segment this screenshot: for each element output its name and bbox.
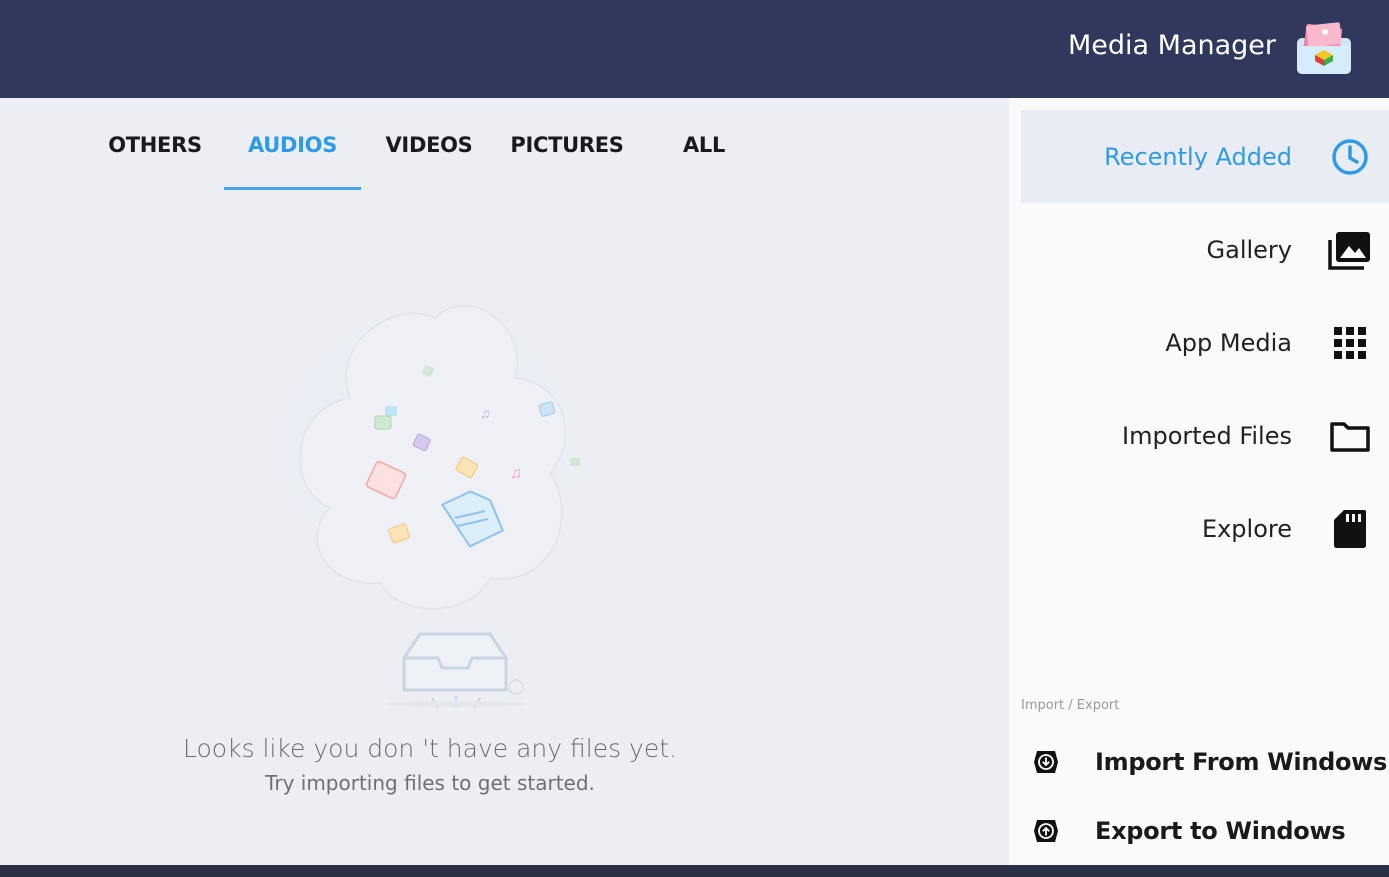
export-to-windows-button[interactable]: Export to Windows	[1021, 805, 1346, 857]
sidebar-item-label: Gallery	[1206, 235, 1292, 264]
svg-text:♫: ♫	[480, 405, 491, 421]
sd-card-icon	[1328, 507, 1372, 551]
sidebar-item-recently-added[interactable]: Recently Added	[1021, 110, 1389, 203]
active-tab-indicator	[224, 187, 361, 190]
category-tabs: OTHERS AUDIOS VIDEOS PICTURES ALL	[0, 98, 1009, 193]
export-icon	[1034, 820, 1058, 842]
app-title: Media Manager	[1067, 30, 1276, 61]
sidebar-item-label: Imported Files	[1122, 421, 1292, 450]
tab-others[interactable]: OTHERS	[90, 98, 220, 191]
sidebar-item-app-media[interactable]: App Media	[1021, 296, 1389, 389]
import-from-windows-button[interactable]: Import From Windows	[1021, 736, 1387, 788]
export-label: Export to Windows	[1095, 817, 1346, 845]
tab-all[interactable]: ALL	[650, 98, 758, 191]
media-manager-logo-icon	[1297, 22, 1351, 74]
sidebar: Recently Added Gallery App Media Importe…	[1009, 98, 1389, 865]
bottom-bar	[0, 865, 1389, 877]
clock-icon	[1328, 135, 1372, 179]
empty-inbox-icon	[385, 632, 525, 707]
tab-pictures[interactable]: PICTURES	[498, 98, 636, 191]
app-header: Media Manager	[0, 0, 1389, 98]
import-label: Import From Windows	[1095, 748, 1388, 776]
sidebar-item-label: Explore	[1201, 514, 1292, 543]
import-export-section-label: Import / Export	[1021, 698, 1120, 713]
grid-icon	[1328, 321, 1372, 365]
tab-videos[interactable]: VIDEOS	[370, 98, 488, 191]
sidebar-item-gallery[interactable]: Gallery	[1021, 203, 1389, 296]
svg-text:♫: ♫	[510, 465, 522, 482]
tab-audios[interactable]: AUDIOS	[224, 98, 361, 191]
sidebar-item-explore[interactable]: Explore	[1021, 482, 1389, 575]
empty-state-title: Looks like you don 't have any files yet…	[183, 734, 677, 763]
empty-state-subtitle: Try importing files to get started.	[265, 771, 595, 795]
sidebar-item-label: App Media	[1165, 328, 1292, 357]
import-icon	[1034, 751, 1058, 773]
sidebar-item-imported-files[interactable]: Imported Files	[1021, 389, 1389, 482]
main-content: OTHERS AUDIOS VIDEOS PICTURES ALL ♫ ♫ Lo…	[0, 98, 1009, 865]
sidebar-item-label: Recently Added	[1104, 142, 1292, 171]
gallery-icon	[1328, 228, 1372, 272]
folder-icon	[1328, 414, 1372, 458]
